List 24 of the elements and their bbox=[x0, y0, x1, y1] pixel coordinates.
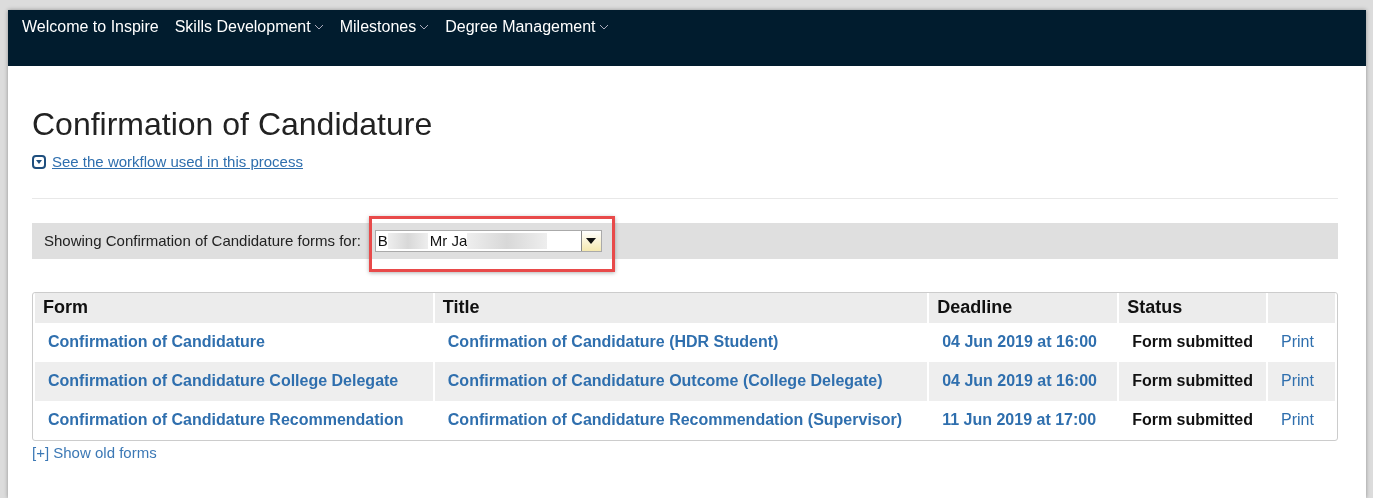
deadline-link[interactable]: 11 Jun 2019 at 17:00 bbox=[942, 411, 1097, 428]
column-header: Status bbox=[1119, 292, 1266, 323]
title-link[interactable]: Confirmation of Candidature (HDR Student) bbox=[447, 333, 779, 350]
column-header: Form bbox=[35, 292, 433, 323]
caret-icon bbox=[586, 237, 597, 244]
nav-menu-item[interactable]: Degree Management bbox=[445, 18, 609, 36]
expand-icon bbox=[32, 154, 46, 169]
page-title: Confirmation of Candidature bbox=[32, 106, 434, 143]
nav-menu-item[interactable]: Milestones bbox=[339, 18, 430, 36]
deadline-link[interactable]: 04 Jun 2019 at 16:00 bbox=[942, 333, 1097, 350]
form-link[interactable]: Confirmation of Candidature Recommendation bbox=[48, 411, 404, 428]
form-link[interactable]: Confirmation of Candidature bbox=[48, 333, 265, 350]
title-link[interactable]: Confirmation of Candidature Recommendation (Supervisor) bbox=[447, 411, 903, 428]
nav-menu-item[interactable]: Skills Development bbox=[174, 18, 324, 36]
print-link[interactable]: Print bbox=[1281, 411, 1314, 428]
workflow-link[interactable]: See the workflow used in this process bbox=[32, 153, 303, 170]
show-old-forms-link[interactable]: [+] Show old forms bbox=[32, 443, 157, 461]
print-link[interactable]: Print bbox=[1281, 333, 1314, 350]
column-header: Title bbox=[434, 292, 928, 323]
status-cell: Form submitted bbox=[1119, 361, 1266, 401]
filter-label: Showing Confirmation of Candidature forms for: bbox=[44, 232, 361, 249]
nav-menu-item[interactable]: Welcome to Inspire bbox=[22, 18, 159, 36]
person-select[interactable]: B Mr Ja bbox=[374, 229, 602, 252]
column-header: Deadline bbox=[929, 292, 1118, 323]
